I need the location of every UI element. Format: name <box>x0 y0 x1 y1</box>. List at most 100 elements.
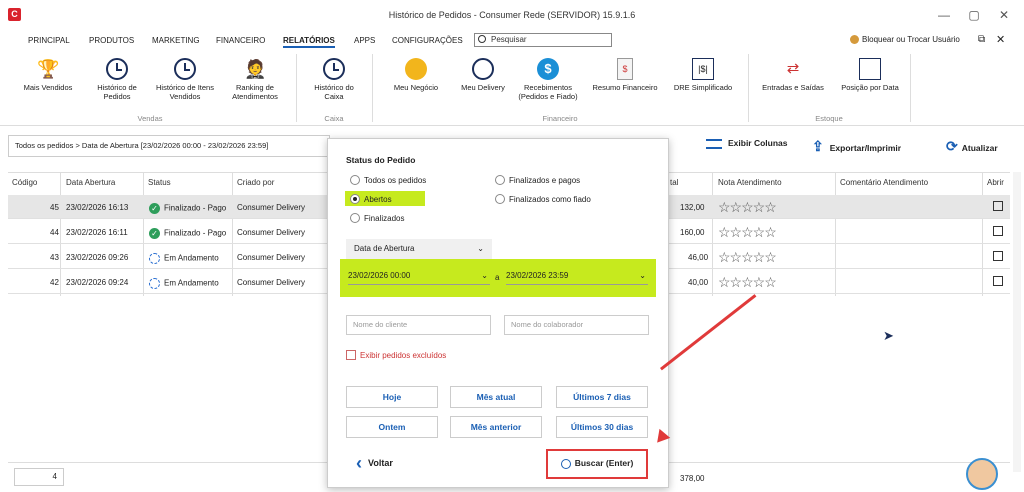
header-total[interactable]: tal <box>670 178 678 187</box>
menu-principal[interactable]: PRINCIPAL <box>28 36 70 45</box>
chevron-down-icon: ⌄ <box>639 271 646 280</box>
quick-mes-atual-button[interactable]: Mês atual <box>450 386 542 408</box>
share-icon: ⇪ <box>812 138 824 154</box>
refresh-button[interactable]: ⟳ Atualizar <box>946 138 998 155</box>
menu-configuracoes[interactable]: CONFIGURAÇÕES <box>392 36 463 45</box>
chevron-down-icon: ⌄ <box>481 271 488 280</box>
document-dollar-icon: $ <box>617 58 633 80</box>
ribbon-resumo-financeiro[interactable]: $ Resumo Financeiro <box>588 58 662 92</box>
ribbon-dre[interactable]: |$| DRE Simplificado <box>668 58 738 92</box>
search-input[interactable]: Pesquisar <box>474 33 612 47</box>
menu-marketing[interactable]: MARKETING <box>152 36 200 45</box>
support-avatar-icon[interactable] <box>966 458 998 490</box>
date-from-field[interactable]: 23/02/2026 00:00 ⌄ <box>348 267 490 285</box>
quick-ultimos-7-button[interactable]: Últimos 7 dias <box>556 386 648 408</box>
client-name-input[interactable]: Nome do cliente <box>346 315 491 335</box>
ribbon: 🏆 Mais Vendidos Histórico de Pedidos His… <box>0 50 1024 126</box>
ribbon-mais-vendidos[interactable]: 🏆 Mais Vendidos <box>16 58 80 92</box>
cell-status-label: Finalizado - Pago <box>164 203 227 213</box>
ribbon-meu-delivery[interactable]: Meu Delivery <box>454 58 512 92</box>
menu-produtos[interactable]: PRODUTOS <box>89 36 134 45</box>
header-status[interactable]: Status <box>148 178 171 187</box>
close-tab-icon[interactable]: ✕ <box>996 33 1005 46</box>
back-label: Voltar <box>368 457 393 468</box>
ribbon-posicao-data[interactable]: Posição por Data <box>834 58 906 92</box>
header-data-abertura[interactable]: Data Abertura <box>66 178 115 187</box>
star-rating[interactable]: ☆☆☆☆☆ <box>718 225 777 239</box>
menu-relatorios[interactable]: RELATÓRIOS <box>283 36 335 48</box>
show-deleted-checkbox[interactable] <box>346 350 356 360</box>
ribbon-label: Meu Delivery <box>461 83 505 92</box>
footer-count: 4 <box>14 468 64 486</box>
ribbon-recebimentos[interactable]: $ Recebimentos (Pedidos e Fiado) <box>512 58 584 101</box>
cell-criado-por: Consumer Delivery <box>237 203 306 212</box>
menu-apps[interactable]: APPS <box>354 36 375 45</box>
stock-clock-icon <box>859 58 881 80</box>
group-label-estoque: Estoque <box>815 114 843 123</box>
radio-abertos-label: Abertos <box>364 195 392 204</box>
radio-finalizados[interactable] <box>350 213 360 223</box>
radio-todos[interactable] <box>350 175 360 185</box>
window-title: Histórico de Pedidos - Consumer Rede (SE… <box>388 10 636 20</box>
radio-abertos[interactable] <box>350 194 360 204</box>
trophy-icon: 🏆 <box>37 59 60 79</box>
star-rating[interactable]: ☆☆☆☆☆ <box>718 250 777 264</box>
ribbon-historico-pedidos[interactable]: Histórico de Pedidos <box>86 58 148 101</box>
minimize-button[interactable]: — <box>934 8 954 22</box>
header-comentario[interactable]: Comentário Atendimento <box>840 178 928 187</box>
date-type-select[interactable]: Data de Abertura ⌄ <box>346 239 492 259</box>
dollar-icon: $ <box>537 58 559 80</box>
back-button[interactable]: ‹ Voltar <box>356 453 393 474</box>
collaborator-name-input[interactable]: Nome do colaborador <box>504 315 649 335</box>
header-nota-atendimento[interactable]: Nota Atendimento <box>718 178 782 187</box>
radio-finalizados-label: Finalizados <box>364 214 405 223</box>
quick-mes-anterior-button[interactable]: Mês anterior <box>450 416 542 438</box>
cell-codigo: 42 <box>50 278 59 287</box>
cell-status: Em Andamento <box>149 253 219 264</box>
star-rating[interactable]: ☆☆☆☆☆ <box>718 200 777 214</box>
cell-status-label: Finalizado - Pago <box>164 228 227 238</box>
group-separator <box>372 54 373 122</box>
cell-codigo: 43 <box>50 253 59 262</box>
quick-ultimos-30-button[interactable]: Últimos 30 dias <box>556 416 648 438</box>
maximize-button[interactable]: ▢ <box>964 8 984 22</box>
close-button[interactable]: ✕ <box>994 8 1014 22</box>
show-columns-button[interactable]: Exibir Colunas <box>706 138 788 149</box>
group-separator <box>748 54 749 122</box>
star-rating[interactable]: ☆☆☆☆☆ <box>718 275 777 289</box>
restore-ribbon-icon[interactable]: ⧉ <box>978 34 985 45</box>
export-label: Exportar/Imprimir <box>829 143 902 153</box>
open-external-icon[interactable] <box>993 276 1003 286</box>
ribbon-ranking[interactable]: 🤵 Ranking de Atendimentos <box>222 58 288 101</box>
header-criado-por[interactable]: Criado por <box>237 178 274 187</box>
show-deleted-label: Exibir pedidos excluídos <box>360 351 447 360</box>
quick-ontem-button[interactable]: Ontem <box>346 416 438 438</box>
open-external-icon[interactable] <box>993 251 1003 261</box>
header-abrir[interactable]: Abrir <box>987 178 1004 187</box>
menu-financeiro[interactable]: FINANCEIRO <box>216 36 265 45</box>
cell-total: 46,00 <box>688 253 709 262</box>
filter-dialog: Status do Pedido Todos os pedidos Aberto… <box>327 138 669 488</box>
open-external-icon[interactable] <box>993 226 1003 236</box>
cell-status: ✓ Finalizado - Pago <box>149 228 226 239</box>
header-codigo[interactable]: Código <box>12 178 37 187</box>
open-external-icon[interactable] <box>993 201 1003 211</box>
lock-user-button[interactable]: Bloquear ou Trocar Usuário <box>850 35 960 45</box>
scrollbar[interactable] <box>1013 172 1021 472</box>
ribbon-historico-itens[interactable]: Histórico de Itens Vendidos <box>152 58 218 101</box>
ribbon-meu-negocio[interactable]: Meu Negócio <box>384 58 448 92</box>
filter-breadcrumb[interactable]: Todos os pedidos > Data de Abertura [23/… <box>8 135 330 157</box>
export-print-button[interactable]: ⇪ Exportar/Imprimir <box>812 138 901 155</box>
radio-finalizados-fiado[interactable] <box>495 194 505 204</box>
date-to-field[interactable]: 23/02/2026 23:59 ⌄ <box>506 267 648 285</box>
waiter-icon: 🤵 <box>244 59 267 79</box>
ribbon-entradas-saidas[interactable]: ⇄ Entradas e Saídas <box>756 58 830 92</box>
progress-icon <box>149 253 160 264</box>
date-type-value: Data de Abertura <box>354 244 415 253</box>
radio-finalizados-pagos[interactable] <box>495 175 505 185</box>
search-button[interactable]: Buscar (Enter) <box>546 449 648 479</box>
cell-total: 160,00 <box>680 228 705 237</box>
ribbon-historico-caixa[interactable]: Histórico do Caixa <box>304 58 364 101</box>
quick-hoje-button[interactable]: Hoje <box>346 386 438 408</box>
cell-status: Em Andamento <box>149 278 219 289</box>
